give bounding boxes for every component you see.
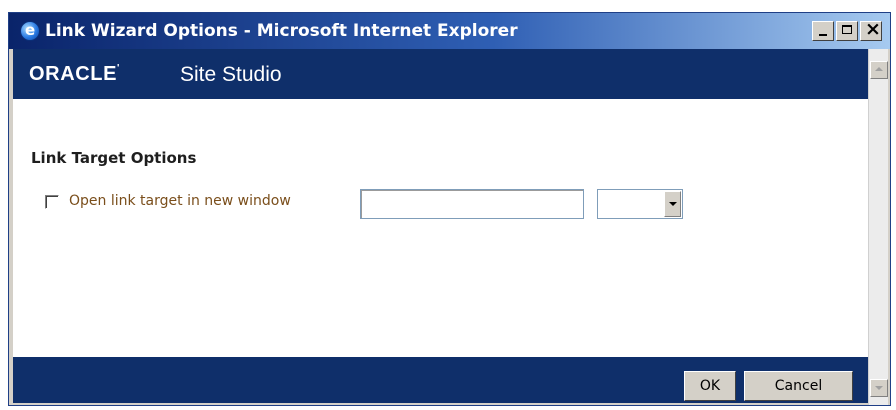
oracle-header: ORACLE' Site Studio (13, 49, 868, 99)
section-title: Link Target Options (31, 149, 197, 167)
chevron-down-icon[interactable] (664, 191, 681, 217)
close-icon[interactable] (860, 18, 882, 41)
ie-icon[interactable] (20, 21, 40, 41)
window-name-input[interactable] (360, 189, 584, 219)
scroll-down-icon[interactable] (870, 379, 888, 397)
minimize-icon[interactable] (812, 21, 834, 41)
new-window-checkbox-label[interactable]: Open link target in new window (69, 193, 291, 209)
oracle-logo: ORACLE' (29, 63, 121, 85)
vertical-scrollbar[interactable] (868, 49, 888, 405)
new-window-checkbox[interactable] (45, 195, 59, 209)
target-select[interactable] (597, 189, 683, 219)
scroll-up-icon[interactable] (870, 61, 888, 79)
maximize-icon[interactable] (836, 21, 858, 41)
dialog-content: ORACLE' Site Studio Link Target Options … (13, 49, 868, 403)
browser-window: Link Wizard Options - Microsoft Internet… (8, 12, 891, 406)
cancel-button[interactable]: Cancel (744, 371, 853, 401)
product-name: Site Studio (180, 63, 282, 86)
ok-button[interactable]: OK (684, 371, 736, 401)
window-controls (812, 18, 882, 41)
dialog-footer: OK Cancel (13, 357, 868, 403)
window-title: Link Wizard Options - Microsoft Internet… (45, 21, 518, 41)
title-bar[interactable]: Link Wizard Options - Microsoft Internet… (9, 13, 890, 49)
